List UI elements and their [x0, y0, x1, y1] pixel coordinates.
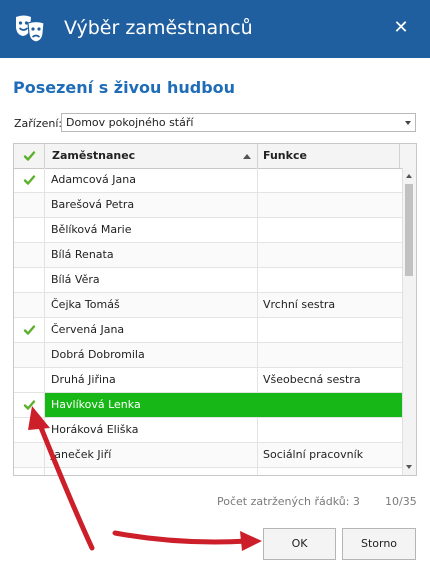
row-checkbox[interactable] — [14, 168, 45, 192]
employee-name: Bělíková Marie — [45, 218, 258, 242]
table-row[interactable]: Barešová Petra — [14, 193, 402, 218]
table-row[interactable]: Horáková Eliška — [14, 418, 402, 443]
employee-name: Horáková Eliška — [45, 418, 258, 442]
employee-name: Havlíková Lenka — [45, 393, 258, 417]
table-row[interactable]: Bělíková Marie — [14, 218, 402, 243]
row-checkbox[interactable] — [14, 293, 45, 317]
row-checkbox[interactable] — [14, 318, 45, 342]
scrollbar-thumb[interactable] — [405, 184, 413, 276]
employee-function — [258, 393, 402, 417]
row-checkbox[interactable] — [14, 443, 45, 467]
employee-function — [258, 168, 402, 192]
row-checkbox[interactable] — [14, 343, 45, 367]
check-column-header[interactable] — [14, 144, 45, 168]
checkmark-icon — [23, 325, 36, 335]
employee-name: Bílá Renata — [45, 243, 258, 267]
employee-name: Janeček Jiří — [45, 443, 258, 467]
table-row[interactable]: Bílá Věra — [14, 268, 402, 293]
employee-function: Všeobecná sestra — [263, 373, 361, 386]
row-checkbox[interactable] — [14, 468, 45, 475]
facility-select[interactable]: Domov pokojného stáří — [61, 113, 416, 132]
table-row[interactable]: Janeček Jiří Sociální pracovník — [14, 443, 402, 468]
row-checkbox[interactable] — [14, 243, 45, 267]
chevron-down-icon[interactable] — [405, 121, 411, 125]
checkmark-icon — [23, 400, 36, 410]
row-checkbox[interactable] — [14, 368, 45, 392]
employee-name: Červená Jana — [45, 318, 258, 342]
sort-ascending-icon — [243, 154, 251, 159]
function-column-header[interactable]: Funkce — [258, 144, 400, 168]
header-filler — [400, 144, 416, 168]
checkmark-icon — [23, 175, 36, 185]
name-column-label: Zaměstnanec — [52, 149, 136, 162]
scroll-up-icon[interactable] — [406, 174, 412, 178]
row-checkbox[interactable] — [14, 393, 45, 417]
employee-function: Sociální pracovník — [263, 448, 364, 461]
table-row[interactable]: Bílá Renata — [14, 243, 402, 268]
employee-function — [258, 243, 402, 267]
employee-function: Vrchní sestra — [263, 298, 336, 311]
employee-name: Bílá Věra — [45, 268, 258, 292]
checkmark-icon — [23, 151, 36, 161]
employee-name: Dobrá Dobromila — [45, 343, 258, 367]
row-checkbox[interactable] — [14, 218, 45, 242]
employee-function — [258, 468, 402, 475]
row-checkbox[interactable] — [14, 193, 45, 217]
employee-name: Adamcová Jana — [45, 168, 258, 192]
table-row[interactable]: Havlíková Lenka — [14, 393, 402, 418]
employees-table: Zaměstnanec Funkce Adamcová Jana Barešová… — [13, 143, 417, 476]
employee-function — [258, 343, 402, 367]
table-row[interactable]: Adamcová Jana — [14, 168, 402, 193]
page-title: Posezení s živou hudbou — [13, 78, 236, 97]
facility-label: Zařízení: — [14, 117, 63, 130]
vertical-scrollbar[interactable] — [402, 168, 416, 475]
employee-function — [258, 418, 402, 442]
annotation-arrowhead-icon — [240, 531, 262, 551]
scroll-down-icon[interactable] — [406, 465, 412, 469]
function-column-label: Funkce — [263, 149, 307, 162]
employee-function — [258, 218, 402, 242]
cancel-button[interactable]: Storno — [342, 528, 416, 560]
table-row[interactable] — [14, 468, 402, 475]
checked-count-label: Počet zatržených řádků: 3 — [217, 495, 360, 508]
employee-name: Čejka Tomáš — [45, 293, 258, 317]
employee-name — [45, 468, 258, 475]
employee-name: Druhá Jiřina — [45, 368, 258, 392]
title-bar: Výběr zaměstnanců ✕ — [0, 0, 430, 58]
table-row[interactable]: Druhá Jiřina Všeobecná sestra — [14, 368, 402, 393]
table-row[interactable]: Červená Jana — [14, 318, 402, 343]
row-checkbox[interactable] — [14, 418, 45, 442]
page-count: 10/35 — [385, 495, 417, 508]
table-body: Adamcová Jana Barešová Petra Bělíková Mari… — [14, 168, 402, 475]
employee-name: Barešová Petra — [45, 193, 258, 217]
window-title: Výběr zaměstnanců — [64, 17, 253, 39]
ok-button[interactable]: OK — [263, 528, 336, 560]
table-row[interactable]: Dobrá Dobromila — [14, 343, 402, 368]
table-row[interactable]: Čejka Tomáš Vrchní sestra — [14, 293, 402, 318]
name-column-header[interactable]: Zaměstnanec — [45, 144, 258, 168]
row-checkbox[interactable] — [14, 268, 45, 292]
annotation-arrow-icon — [112, 530, 251, 545]
employee-function — [258, 268, 402, 292]
employee-function — [258, 193, 402, 217]
table-header: Zaměstnanec Funkce — [14, 144, 416, 169]
employee-function — [258, 318, 402, 342]
close-icon[interactable]: ✕ — [391, 17, 411, 39]
theater-masks-icon — [16, 15, 45, 43]
facility-select-value: Domov pokojného stáří — [66, 116, 194, 129]
